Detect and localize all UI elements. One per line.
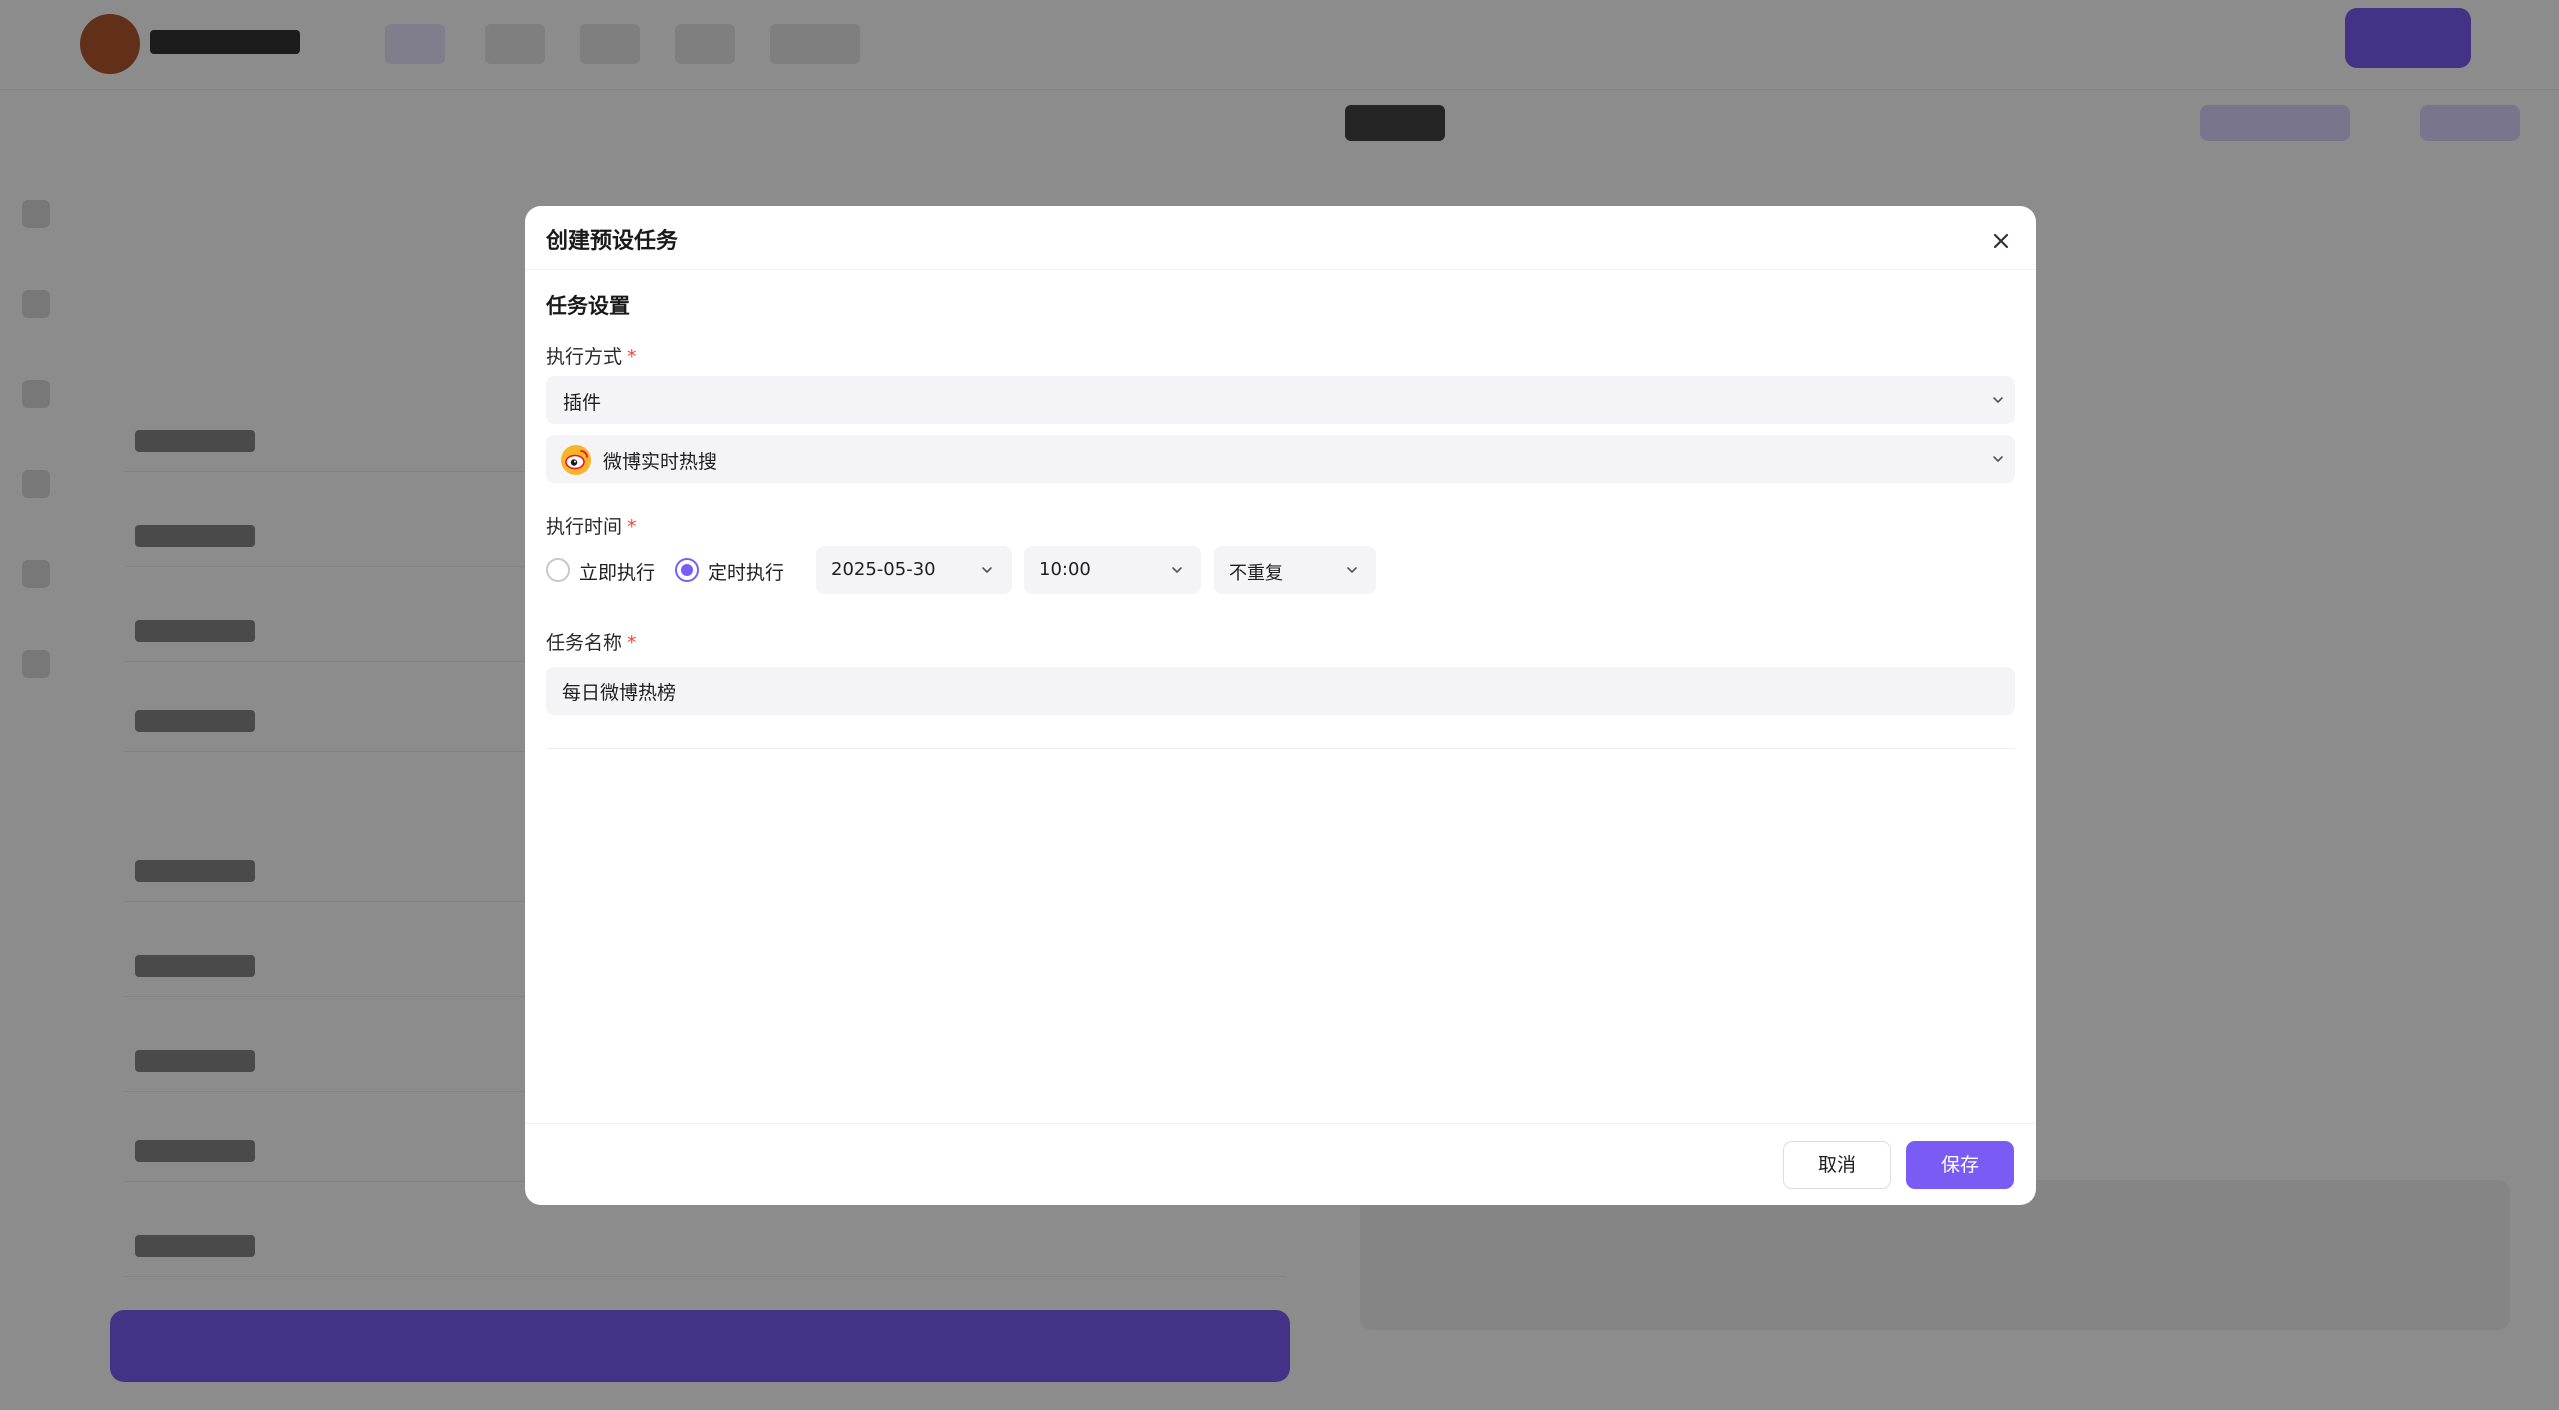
chevron-down-icon: [1990, 451, 2006, 467]
execution-time-label: 执行时间 *: [546, 512, 637, 539]
task-name-input[interactable]: [546, 667, 2015, 715]
chevron-down-icon: [1344, 562, 1360, 578]
radio-scheduled[interactable]: [675, 558, 699, 582]
save-button[interactable]: 保存: [1906, 1141, 2014, 1189]
repeat-select[interactable]: 不重复: [1214, 546, 1376, 594]
required-mark: *: [627, 632, 637, 654]
task-name-label: 任务名称 *: [546, 628, 637, 655]
execution-method-label: 执行方式 *: [546, 342, 637, 369]
task-name-label-text: 任务名称: [546, 632, 623, 654]
radio-immediate-label[interactable]: 立即执行: [579, 558, 655, 585]
execution-method-label-text: 执行方式: [546, 346, 623, 368]
chevron-down-icon: [979, 562, 995, 578]
required-mark: *: [627, 346, 637, 368]
execution-time-label-text: 执行时间: [546, 516, 623, 538]
close-button[interactable]: [1986, 226, 2016, 256]
section-title: 任务设置: [546, 294, 630, 318]
time-value: 10:00: [1039, 559, 1091, 580]
chevron-down-icon: [1169, 562, 1185, 578]
required-mark: *: [627, 516, 637, 538]
modal-header: 创建预设任务: [525, 206, 2036, 270]
radio-immediate[interactable]: [546, 558, 570, 582]
date-picker[interactable]: 2025-05-30: [816, 546, 1012, 594]
form-divider: [546, 748, 2015, 749]
execution-method-value: 插件: [563, 392, 602, 414]
footer-divider: [525, 1123, 2036, 1124]
execution-method-select[interactable]: 插件: [546, 376, 2015, 424]
time-picker[interactable]: 10:00: [1024, 546, 1201, 594]
plugin-select[interactable]: 微博实时热搜: [546, 435, 2015, 483]
radio-scheduled-label[interactable]: 定时执行: [708, 558, 784, 585]
weibo-icon: [561, 445, 591, 475]
chevron-down-icon: [1990, 392, 2006, 408]
cancel-button[interactable]: 取消: [1783, 1141, 1891, 1189]
date-value: 2025-05-30: [831, 559, 936, 580]
plugin-value: 微博实时热搜: [603, 451, 718, 473]
repeat-value: 不重复: [1229, 563, 1283, 584]
close-icon: [1993, 233, 2009, 249]
modal-title: 创建预设任务: [546, 229, 679, 254]
create-preset-task-modal: 创建预设任务 任务设置 执行方式 * 插件 微博实时热搜 执行时间 * 立即执行…: [525, 206, 2036, 1205]
